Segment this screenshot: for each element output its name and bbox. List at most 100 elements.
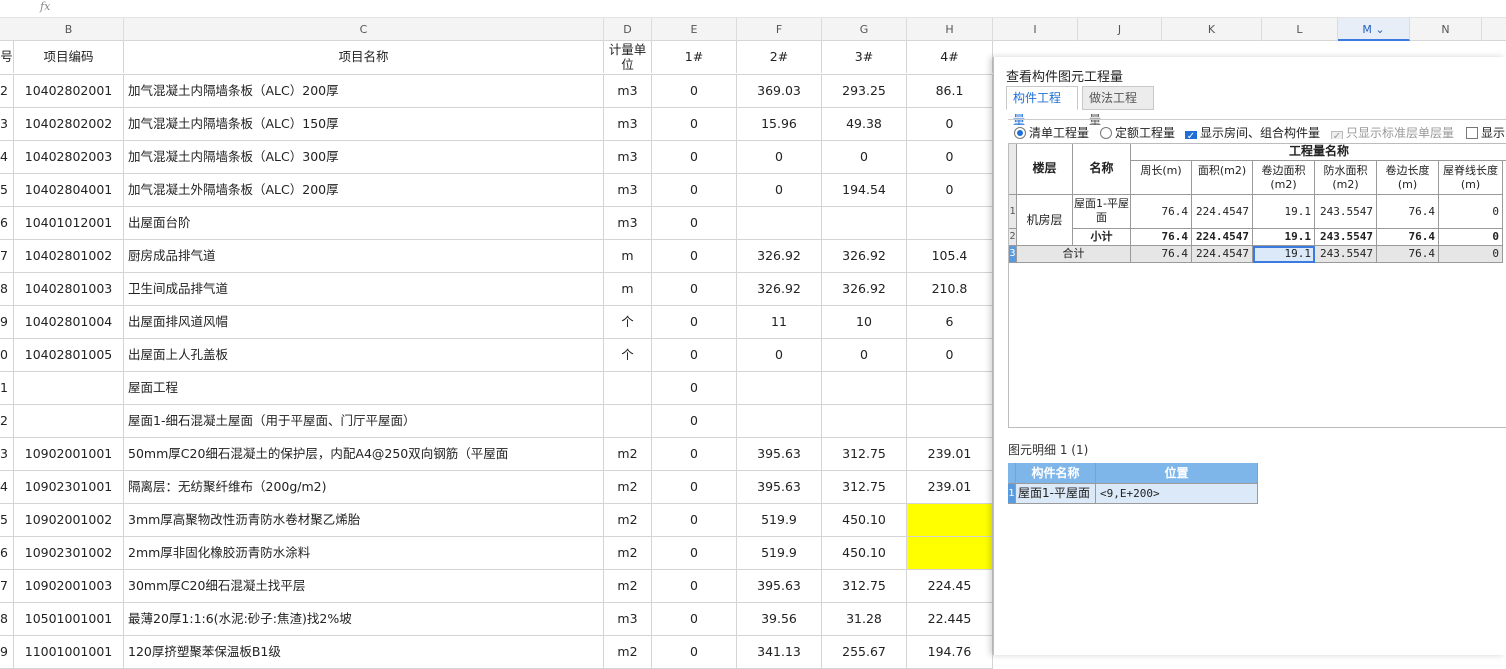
header-code[interactable]: 项目编码 bbox=[14, 41, 124, 73]
quantity-value-cell[interactable]: 224.4547 bbox=[1192, 246, 1253, 263]
unit-cell[interactable]: m3 bbox=[604, 141, 652, 173]
item-code-cell[interactable]: 10402802003 bbox=[14, 141, 124, 173]
metric-header[interactable]: 防水面积(m2) bbox=[1315, 161, 1377, 195]
quantity-value-cell[interactable]: 224.4547 bbox=[1192, 195, 1253, 229]
checkbox-show-room[interactable]: ✓ 显示房间、组合构件量 bbox=[1185, 124, 1320, 139]
row-number[interactable]: 4 bbox=[0, 471, 14, 503]
item-code-cell[interactable]: 10501001001 bbox=[14, 603, 124, 635]
header-seq[interactable]: 号 bbox=[0, 41, 14, 73]
col-header-c[interactable]: C bbox=[124, 18, 604, 41]
qty-1-cell[interactable]: 0 bbox=[652, 141, 737, 173]
qty-3-cell[interactable]: 450.10 bbox=[822, 537, 907, 569]
qty-4-cell[interactable]: 210.8 bbox=[907, 273, 993, 305]
header-unit[interactable]: 计量单位 bbox=[604, 41, 652, 73]
col-header-d[interactable]: D bbox=[604, 18, 652, 41]
detail-position[interactable]: <9,E+200> bbox=[1096, 484, 1258, 504]
quantity-value-cell[interactable]: 76.4 bbox=[1377, 195, 1439, 229]
unit-cell[interactable] bbox=[604, 405, 652, 437]
col-header-i[interactable]: I bbox=[993, 18, 1078, 41]
qty-2-cell[interactable]: 0 bbox=[737, 141, 822, 173]
row-number[interactable]: 7 bbox=[0, 570, 14, 602]
detail-component-name[interactable]: 屋面1-平屋面 bbox=[1016, 484, 1096, 504]
qty-4-cell[interactable] bbox=[907, 504, 993, 536]
detail-header-position[interactable]: 位置 bbox=[1096, 463, 1258, 484]
item-code-cell[interactable] bbox=[14, 405, 124, 437]
unit-cell[interactable]: m2 bbox=[604, 438, 652, 470]
qty-1-cell[interactable]: 0 bbox=[652, 372, 737, 404]
metric-header[interactable]: 卷边面积(m2) bbox=[1253, 161, 1315, 195]
header-floor[interactable]: 楼层 bbox=[1017, 144, 1073, 195]
qty-4-cell[interactable]: 0 bbox=[907, 174, 993, 206]
qty-4-cell[interactable]: 6 bbox=[907, 306, 993, 338]
header-2[interactable]: 2# bbox=[737, 41, 822, 73]
qty-2-cell[interactable]: 519.9 bbox=[737, 537, 822, 569]
quantity-value-cell[interactable]: 243.5547 bbox=[1315, 246, 1377, 263]
qty-2-cell[interactable]: 369.03 bbox=[737, 75, 822, 107]
quantity-value-cell[interactable]: 76.4 bbox=[1131, 246, 1192, 263]
radio-quota-quantity[interactable]: 定额工程量 bbox=[1100, 124, 1175, 139]
row-number[interactable]: 7 bbox=[0, 240, 14, 272]
tab-method-quantity[interactable]: 做法工程量 bbox=[1082, 86, 1154, 127]
item-code-cell[interactable]: 10402801002 bbox=[14, 240, 124, 272]
header-component-name[interactable]: 名称 bbox=[1073, 144, 1131, 195]
detail-header-name[interactable]: 构件名称 bbox=[1016, 463, 1096, 484]
quantity-value-cell[interactable]: 224.4547 bbox=[1192, 229, 1253, 246]
unit-cell[interactable]: m3 bbox=[604, 108, 652, 140]
qty-3-cell[interactable]: 312.75 bbox=[822, 570, 907, 602]
qty-2-cell[interactable]: 395.63 bbox=[737, 570, 822, 602]
col-header-b[interactable]: B bbox=[14, 18, 124, 41]
unit-cell[interactable]: m bbox=[604, 273, 652, 305]
item-code-cell[interactable]: 10902301002 bbox=[14, 537, 124, 569]
header-1[interactable]: 1# bbox=[652, 41, 737, 73]
item-name-cell[interactable]: 厨房成品排气道 bbox=[124, 240, 604, 272]
component-name-cell[interactable]: 小计 bbox=[1073, 229, 1131, 246]
qty-1-cell[interactable]: 0 bbox=[652, 339, 737, 371]
qty-3-cell[interactable] bbox=[822, 207, 907, 239]
qty-2-cell[interactable]: 519.9 bbox=[737, 504, 822, 536]
qty-4-cell[interactable]: 239.01 bbox=[907, 471, 993, 503]
item-code-cell[interactable]: 10402804001 bbox=[14, 174, 124, 206]
quantity-value-cell[interactable]: 243.5547 bbox=[1315, 195, 1377, 229]
row-number[interactable]: 8 bbox=[0, 273, 14, 305]
row-number[interactable]: 4 bbox=[0, 141, 14, 173]
qty-1-cell[interactable]: 0 bbox=[652, 174, 737, 206]
item-code-cell[interactable]: 10402801003 bbox=[14, 273, 124, 305]
qty-2-cell[interactable] bbox=[737, 405, 822, 437]
quantity-value-cell[interactable]: 0 bbox=[1439, 195, 1503, 229]
floor-cell[interactable]: 机房层 bbox=[1017, 195, 1073, 246]
qty-2-cell[interactable]: 0 bbox=[737, 174, 822, 206]
qty-1-cell[interactable]: 0 bbox=[652, 603, 737, 635]
qty-1-cell[interactable]: 0 bbox=[652, 108, 737, 140]
quantity-value-cell[interactable]: 76.4 bbox=[1131, 195, 1192, 229]
qty-4-cell[interactable]: 0 bbox=[907, 108, 993, 140]
qty-3-cell[interactable]: 293.25 bbox=[822, 75, 907, 107]
header-3[interactable]: 3# bbox=[822, 41, 907, 73]
qty-2-cell[interactable]: 11 bbox=[737, 306, 822, 338]
quantity-value-cell[interactable]: 19.1 bbox=[1253, 229, 1315, 246]
col-header-m[interactable]: M ⌄ bbox=[1338, 18, 1410, 41]
unit-cell[interactable]: m2 bbox=[604, 636, 652, 668]
row-number[interactable]: 8 bbox=[0, 603, 14, 635]
qty-2-cell[interactable]: 15.96 bbox=[737, 108, 822, 140]
item-name-cell[interactable]: 2mm厚非固化橡胶沥青防水涂料 bbox=[124, 537, 604, 569]
qty-3-cell[interactable] bbox=[822, 372, 907, 404]
col-header-e[interactable]: E bbox=[652, 18, 737, 41]
qty-1-cell[interactable]: 0 bbox=[652, 75, 737, 107]
qty-2-cell[interactable] bbox=[737, 207, 822, 239]
qty-2-cell[interactable]: 395.63 bbox=[737, 438, 822, 470]
item-code-cell[interactable]: 10902001002 bbox=[14, 504, 124, 536]
qty-3-cell[interactable]: 255.67 bbox=[822, 636, 907, 668]
unit-cell[interactable]: m3 bbox=[604, 603, 652, 635]
tab-component-quantity[interactable]: 构件工程量 bbox=[1006, 86, 1078, 127]
unit-cell[interactable]: m2 bbox=[604, 471, 652, 503]
unit-cell[interactable]: m3 bbox=[604, 207, 652, 239]
qty-3-cell[interactable] bbox=[822, 405, 907, 437]
item-name-cell[interactable]: 卫生间成品排气道 bbox=[124, 273, 604, 305]
row-number[interactable]: 2 bbox=[0, 75, 14, 107]
unit-cell[interactable]: m3 bbox=[604, 75, 652, 107]
qty-1-cell[interactable]: 0 bbox=[652, 405, 737, 437]
item-code-cell[interactable]: 10402802002 bbox=[14, 108, 124, 140]
qty-1-cell[interactable]: 0 bbox=[652, 438, 737, 470]
qty-1-cell[interactable]: 0 bbox=[652, 636, 737, 668]
row-number[interactable]: 9 bbox=[0, 306, 14, 338]
